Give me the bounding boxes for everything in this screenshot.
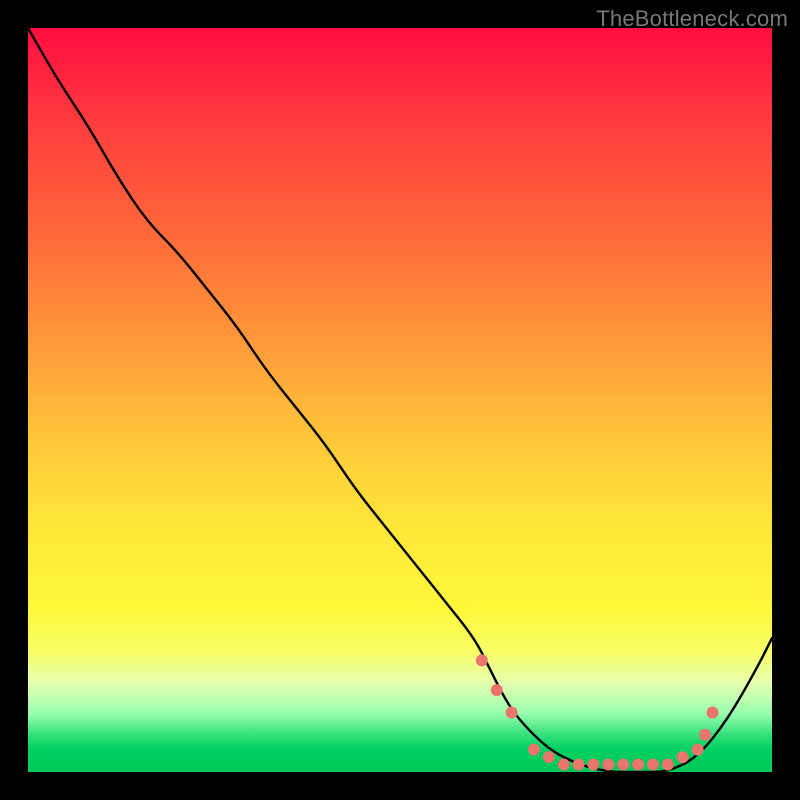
highlight-point <box>476 654 488 666</box>
bottleneck-curve-path <box>28 28 772 772</box>
plot-area <box>28 28 772 772</box>
highlight-point <box>573 759 585 771</box>
highlight-point <box>677 751 689 763</box>
highlight-point <box>662 759 674 771</box>
highlight-points <box>476 654 719 770</box>
highlight-point <box>632 759 644 771</box>
highlight-point <box>491 684 503 696</box>
bottleneck-curve <box>28 28 772 772</box>
highlight-point <box>647 759 659 771</box>
curve-layer <box>28 28 772 772</box>
highlight-point <box>692 744 704 756</box>
highlight-point <box>706 706 718 718</box>
highlight-point <box>558 759 570 771</box>
highlight-point <box>543 751 555 763</box>
highlight-point <box>699 729 711 741</box>
highlight-point <box>602 759 614 771</box>
highlight-point <box>528 744 540 756</box>
chart-frame: TheBottleneck.com <box>0 0 800 800</box>
highlight-point <box>587 759 599 771</box>
highlight-point <box>617 759 629 771</box>
highlight-point <box>506 706 518 718</box>
